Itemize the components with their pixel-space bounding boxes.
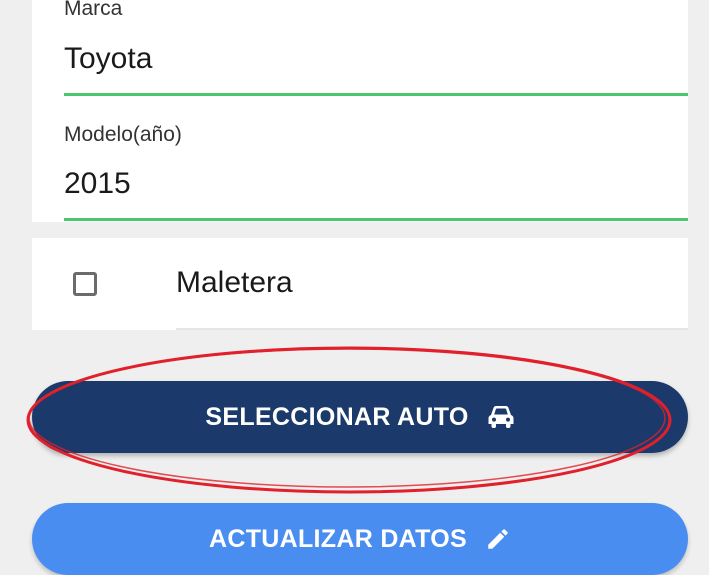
modelo-field[interactable]: 2015: [64, 167, 131, 201]
maletera-checkbox[interactable]: [73, 272, 97, 296]
update-data-label: ACTUALIZAR DATOS: [208, 524, 468, 553]
marca-field[interactable]: Toyota: [64, 42, 152, 76]
select-car-button[interactable]: SELECCIONAR AUTO: [32, 381, 688, 453]
marca-underline: [64, 93, 688, 96]
car-icon: [487, 405, 515, 429]
vehicle-form-card: Marca Toyota Modelo(año) 2015: [32, 0, 688, 222]
marca-label: Marca: [64, 0, 123, 20]
select-car-label: SELECCIONAR AUTO: [205, 402, 469, 431]
maletera-row[interactable]: Maletera: [32, 238, 688, 330]
pencil-icon: [485, 526, 511, 552]
maletera-divider: [176, 328, 688, 330]
maletera-label: Maletera: [176, 266, 293, 299]
modelo-underline: [64, 218, 688, 221]
modelo-label: Modelo(año): [64, 123, 182, 146]
update-data-button[interactable]: ACTUALIZAR DATOS: [32, 503, 688, 575]
